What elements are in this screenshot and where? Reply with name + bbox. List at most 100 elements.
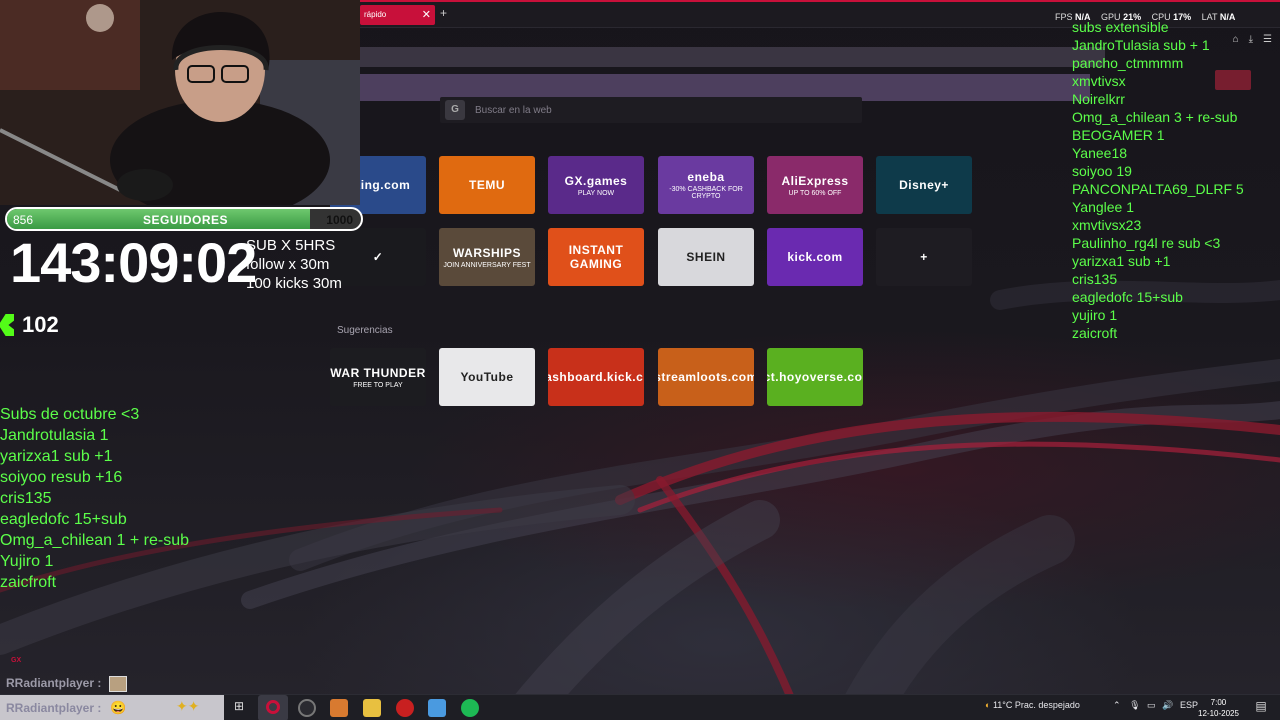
speed-dial-tile[interactable]: + — [876, 228, 972, 286]
speed-dial-tile[interactable]: streamloots.com — [658, 348, 754, 406]
subs-list-extensible: subs extensible JandroTulasia sub + 1 panc… — [1072, 18, 1244, 342]
sub-entry: Yanglee 1 — [1072, 199, 1135, 215]
download-icon[interactable]: ⤓ — [1249, 34, 1253, 45]
timer-rules: SUB X 5HRS follow x 30m 100 kicks 30m — [246, 236, 342, 293]
tile-label: GX.games — [564, 173, 628, 188]
taskbar-opera-gx[interactable] — [258, 695, 288, 720]
kick-count-value: 102 — [22, 312, 59, 337]
sub-entry: soiyoo resub +16 — [0, 469, 123, 486]
tile-content: INSTANT GAMING — [548, 243, 644, 271]
suggestions-title: Sugerencias — [337, 325, 393, 336]
search-input[interactable]: G Buscar en la web — [440, 97, 862, 123]
folder-icon[interactable] — [363, 699, 381, 717]
new-tab-button[interactable]: + — [440, 6, 447, 20]
sub-entry: xmvtivsx23 — [1072, 217, 1142, 233]
address-bar[interactable] — [360, 47, 1105, 67]
tile-label: eneba — [687, 170, 725, 184]
tray-icons: ⌃ 🎙 ▭ 🔊 — [1113, 700, 1173, 711]
chevron-up-icon[interactable]: ⌃ — [1113, 700, 1121, 710]
record-icon[interactable] — [396, 699, 414, 717]
accent-line — [360, 0, 1280, 2]
sub-entry: eagledofc 15+sub — [1072, 289, 1183, 305]
rule-line: follow x 30m — [246, 256, 330, 273]
clock[interactable]: 7:00 12-10-2025 — [1198, 697, 1239, 719]
sub-entry: Yujiro 1 — [0, 553, 54, 570]
sub-entry: Omg_a_chilean 1 + re-sub — [0, 532, 189, 549]
tile-content: YouTube — [460, 370, 513, 384]
speed-dial-tile[interactable]: GX.games PLAY NOW — [548, 156, 644, 214]
speed-dial-tile[interactable]: WARSHIPS JOIN ANNIVERSARY FEST — [439, 228, 535, 286]
browser-tab[interactable]: rápido ✕ — [360, 5, 435, 25]
notification-icon[interactable]: ▤ — [1252, 699, 1270, 717]
emote-icon: 😀 — [110, 700, 127, 715]
tile-label: streamloots.com — [658, 370, 754, 384]
opera-gx-icon — [266, 700, 280, 714]
weather-icon: ◐ — [985, 700, 993, 710]
sub-entry: JandroTulasia sub + 1 — [1072, 37, 1210, 53]
network-icon[interactable]: ▭ — [1147, 700, 1156, 710]
sub-entry: zaicfroft — [0, 574, 57, 591]
sub-entry: zaicroft — [1072, 325, 1118, 341]
speed-dial-tile[interactable]: INSTANT GAMING — [548, 228, 644, 286]
tile-label: dashboard.kick.c... — [548, 370, 644, 384]
taskbar: RRadiantplayer : 😀 ✦✦ ⊞ ◐ 11°C Prac. des… — [0, 694, 1280, 720]
fps-label: FPS — [1055, 12, 1073, 22]
sub-entry: Noirelkrr — [1072, 91, 1125, 107]
search-placeholder: Buscar en la web — [475, 104, 552, 116]
kick-logo-icon — [0, 314, 14, 336]
sparkle-icon: ✦✦ — [176, 698, 200, 714]
followers-goal-bar: 856 SEGUIDORES 1000 — [5, 207, 363, 231]
tile-content: GX.games PLAY NOW — [565, 174, 628, 197]
speed-dial-tile[interactable]: ✓ — [330, 228, 426, 286]
tile-label: + — [920, 250, 928, 264]
tile-content: eneba -30% CASHBACK FOR CRYPTO — [658, 170, 754, 200]
tile-label: Disney+ — [899, 178, 949, 192]
tile-label: act.hoyoverse.com — [767, 370, 863, 384]
app-icon[interactable] — [330, 699, 348, 717]
sub-entry: BEOGAMER 1 — [1072, 127, 1165, 143]
speed-dial-tile[interactable]: dashboard.kick.c... — [548, 348, 644, 406]
tab-label: rápido — [364, 10, 387, 19]
tile-content: AliExpress UP TO 60% OFF — [781, 174, 848, 197]
spotify-icon[interactable] — [461, 699, 479, 717]
subs-list-october: Subs de octubre <3 Jandrotulasia 1 yarizxa… — [0, 404, 189, 593]
sub-entry: subs extensible — [1072, 19, 1169, 35]
tile-label: WAR THUNDER — [330, 365, 426, 380]
sub-entry: Subs de octubre <3 — [0, 406, 140, 423]
weather-widget[interactable]: ◐ 11°C Prac. despejado — [985, 700, 1080, 710]
speed-dial-tile[interactable]: TEMU — [439, 156, 535, 214]
speed-dial-tile[interactable]: eneba -30% CASHBACK FOR CRYPTO — [658, 156, 754, 214]
tile-content: + — [920, 250, 928, 264]
tile-content: ✓ — [373, 250, 384, 264]
speed-dial-tile[interactable]: act.hoyoverse.com — [767, 348, 863, 406]
tile-label: WARSHIPS — [452, 245, 521, 260]
volume-icon[interactable]: 🔊 — [1162, 700, 1173, 710]
language-indicator[interactable]: ESP — [1180, 700, 1198, 710]
rule-line: 100 kicks 30m — [246, 275, 342, 292]
speed-dial-tile[interactable]: WAR THUNDER FREE TO PLAY — [330, 348, 426, 406]
followers-goal: 1000 — [326, 213, 353, 227]
speed-dial-tile[interactable]: YouTube — [439, 348, 535, 406]
sub-entry: PANCONPALTA69_DLRF 5 — [1072, 181, 1244, 197]
speed-dial-tile[interactable]: kick.com — [767, 228, 863, 286]
subathon-timer: 143:09:02 — [10, 231, 257, 294]
store-icon[interactable] — [428, 699, 446, 717]
sub-entry: Paulinho_rg4l re sub <3 — [1072, 235, 1221, 251]
tile-label: ✓ — [372, 250, 384, 264]
speed-dial-tile[interactable]: AliExpress UP TO 60% OFF — [767, 156, 863, 214]
task-view-icon[interactable]: ⊞ — [230, 699, 248, 717]
sub-entry: yarizxa1 sub +1 — [0, 448, 113, 465]
followers-current: 856 — [13, 213, 34, 227]
sub-entry: Jandrotulasia 1 — [0, 427, 109, 444]
speed-dial-tile[interactable]: SHEIN — [658, 228, 754, 286]
menu-icon[interactable]: ☰ — [1263, 34, 1272, 45]
speed-dial-tile[interactable]: Disney+ — [876, 156, 972, 214]
sub-entry: Yanee18 — [1072, 145, 1128, 161]
sub-entry: pancho_ctmmmm — [1072, 55, 1184, 71]
close-icon[interactable]: ✕ — [422, 8, 431, 21]
mic-icon[interactable]: 🎙 — [1129, 700, 1140, 710]
sub-entry: soiyoo 19 — [1072, 163, 1132, 179]
obs-icon[interactable] — [298, 699, 316, 717]
kick-counter: 102 — [0, 312, 59, 338]
tile-sublabel: -30% CASHBACK FOR CRYPTO — [669, 186, 743, 200]
